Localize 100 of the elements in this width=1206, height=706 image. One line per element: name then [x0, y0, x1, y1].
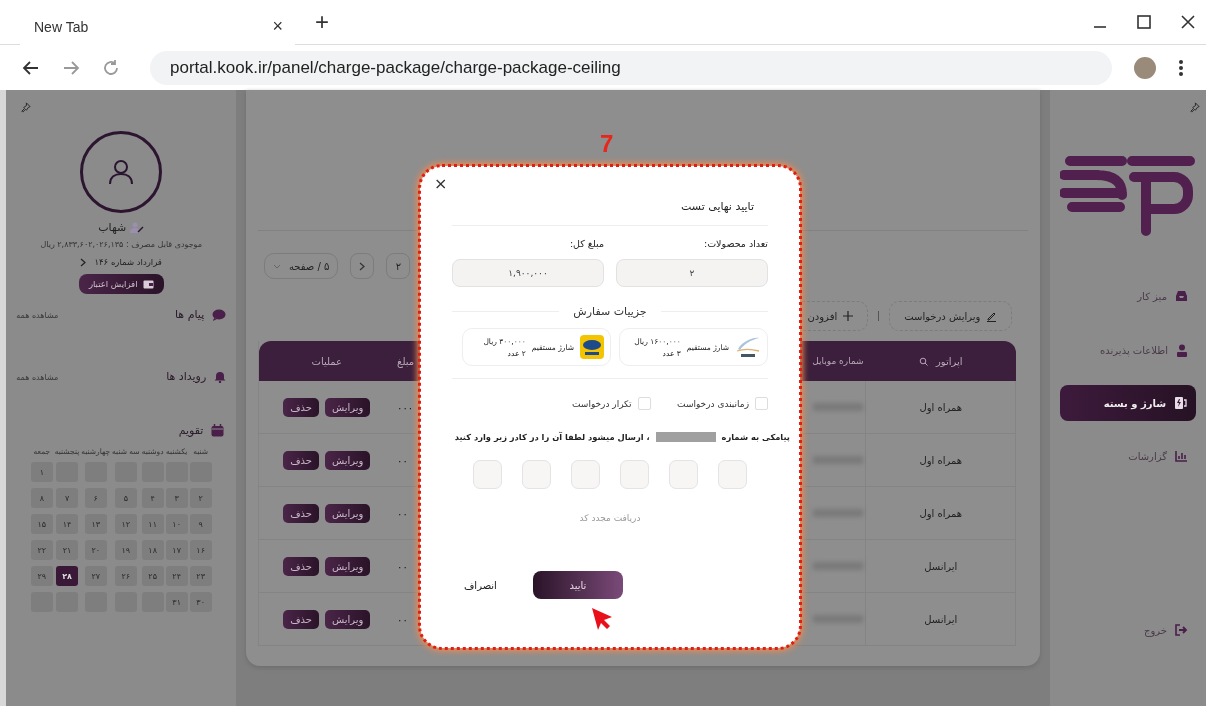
column-header: مبلغ	[397, 355, 415, 367]
delete-button[interactable]: حذف	[283, 450, 319, 470]
resend-code-link[interactable]: دریافت مجدد کد	[579, 513, 641, 523]
field-label: تعداد محصولات:	[702, 238, 768, 249]
calendar-day[interactable]: ۱۶	[189, 540, 212, 560]
menu-icon[interactable]	[1178, 58, 1184, 77]
calendar-day[interactable]: ۱	[30, 462, 53, 482]
calendar-day[interactable]: ۴	[141, 488, 164, 508]
chevron-down-icon	[273, 263, 282, 269]
calendar-day[interactable]: ۶	[84, 488, 107, 508]
edit-button[interactable]: ویرایش	[324, 450, 371, 470]
calendar-day[interactable]: ۱۵	[30, 514, 53, 534]
sms-instruction-text: ، ارسال میشود لطفا آن را در کادر زیر وارد کنید	[454, 432, 650, 442]
code-digit-field[interactable]	[473, 460, 502, 489]
checkbox[interactable]	[755, 397, 768, 410]
code-digit-field[interactable]	[522, 460, 551, 489]
edit-button[interactable]: ویرایش	[324, 503, 371, 523]
calendar-day[interactable]: ۲۷	[84, 566, 107, 586]
wallet-icon	[142, 279, 154, 289]
pin-icon[interactable]	[20, 102, 31, 113]
calendar-day[interactable]: ۳	[165, 488, 188, 508]
contract-link[interactable]: قرارداد شماره ۱۴۶	[80, 257, 162, 267]
table-cell: همراه اول	[919, 507, 963, 519]
nav-item[interactable]: شارژ و بسته	[1060, 385, 1196, 421]
delete-button[interactable]: حذف	[283, 397, 319, 417]
calendar-day[interactable]: ۲۹	[30, 566, 53, 586]
calendar-day[interactable]: ۸	[30, 488, 53, 508]
edit-button[interactable]: ویرایش	[324, 556, 371, 576]
table-cell: همراه اول	[919, 401, 963, 413]
search-icon[interactable]	[918, 356, 928, 366]
next-page-button[interactable]	[350, 253, 375, 279]
calendar-day[interactable]: ۱۷	[165, 540, 188, 560]
checkbox-label: تکرار درخواست	[572, 398, 632, 409]
pin-icon[interactable]	[1189, 102, 1200, 113]
charging-station-icon	[1174, 396, 1188, 410]
edit-request-button[interactable]: ویرایش درخواست	[889, 301, 1013, 331]
calendar-day[interactable]: ۲۸	[56, 566, 79, 586]
delete-button[interactable]: حذف	[283, 609, 319, 629]
nav-item[interactable]: گزارشات	[1060, 437, 1196, 475]
tab-title: New Tab	[34, 18, 89, 35]
calendar-day[interactable]: ۲	[189, 488, 212, 508]
input-field[interactable]: ۱,۹۰۰,۰۰۰	[452, 259, 604, 287]
page-button[interactable]: ۲	[386, 253, 411, 279]
calendar-day[interactable]: ۵	[114, 488, 137, 508]
calendar-day[interactable]: ۲۶	[114, 566, 137, 586]
delete-button[interactable]: حذف	[283, 503, 319, 523]
see-all-link[interactable]: مشاهده همه	[16, 311, 59, 320]
maximize-icon[interactable]	[1136, 14, 1152, 30]
calendar-day[interactable]: ۲۱	[56, 540, 79, 560]
code-digit-field[interactable]	[571, 460, 600, 489]
cursor-arrow-icon	[590, 606, 614, 630]
delete-button[interactable]: حذف	[283, 556, 319, 576]
calendar-day[interactable]: ۳۰	[189, 592, 212, 612]
page-size-dropdown[interactable]: ۵ / صفحه	[264, 253, 339, 279]
reload-icon[interactable]	[102, 58, 120, 77]
calendar-day[interactable]: ۹	[189, 514, 212, 534]
checkbox[interactable]	[637, 397, 651, 410]
oval-logo-icon	[580, 335, 604, 359]
confirm-button[interactable]: تایید	[532, 571, 623, 599]
user-edit-icon[interactable]	[130, 222, 145, 233]
calendar-day[interactable]: ۲۰	[84, 540, 107, 560]
profile-avatar[interactable]	[1134, 56, 1156, 79]
bar-chart-icon	[1175, 450, 1188, 462]
inbox-icon	[1175, 290, 1188, 302]
new-tab-button[interactable]: +	[315, 8, 329, 36]
calendar-day[interactable]: ۱۸	[141, 540, 164, 560]
nav-item[interactable]: میز کار	[1060, 277, 1196, 315]
calendar-day[interactable]: ۱۳	[84, 514, 107, 534]
close-tab-button[interactable]: ×	[272, 16, 283, 37]
close-icon[interactable]	[1180, 14, 1196, 30]
nav-item[interactable]: اطلاعات پذیرنده	[1060, 331, 1196, 369]
calendar-day[interactable]: ۲۳	[189, 566, 212, 586]
edit-button[interactable]: ویرایش	[324, 397, 371, 417]
calendar-day[interactable]: ۲۴	[165, 566, 188, 586]
calendar-day[interactable]: ۷	[56, 488, 79, 508]
back-arrow-icon[interactable]	[22, 58, 40, 77]
edit-button[interactable]: ویرایش	[324, 609, 371, 629]
calendar-day[interactable]: ۲۲	[30, 540, 53, 560]
field-label: مبلغ کل:	[568, 238, 604, 249]
cancel-button[interactable]: انصراف	[464, 579, 497, 591]
see-all-link[interactable]: مشاهده همه	[16, 373, 59, 382]
calendar-day[interactable]: ۱۰	[165, 514, 188, 534]
code-digit-field[interactable]	[718, 460, 747, 489]
close-button[interactable]: ×	[434, 176, 448, 192]
pencil-icon	[986, 310, 998, 322]
logout-item[interactable]: خروج	[1050, 624, 1206, 636]
calendar-day[interactable]: ۱۴	[56, 514, 79, 534]
calendar-day[interactable]: ۱۱	[141, 514, 164, 534]
increase-credit-button[interactable]: افزایش اعتبار	[78, 274, 164, 294]
code-digit-field[interactable]	[669, 460, 698, 489]
table-cell: همراه اول	[919, 454, 963, 466]
address-field[interactable]: portal.kook.ir/panel/charge-package/charge-package-ceiling	[150, 50, 1112, 85]
forward-arrow-icon[interactable]	[62, 58, 80, 77]
calendar-day[interactable]: ۳۱	[165, 592, 188, 612]
section-title: پیام ها	[175, 308, 205, 321]
code-digit-field[interactable]	[620, 460, 649, 489]
calendar-day[interactable]: ۲۵	[141, 566, 164, 586]
calendar-day[interactable]: ۱۹	[114, 540, 137, 560]
calendar-day[interactable]: ۱۲	[114, 514, 137, 534]
input-field[interactable]: ۲	[616, 259, 768, 287]
